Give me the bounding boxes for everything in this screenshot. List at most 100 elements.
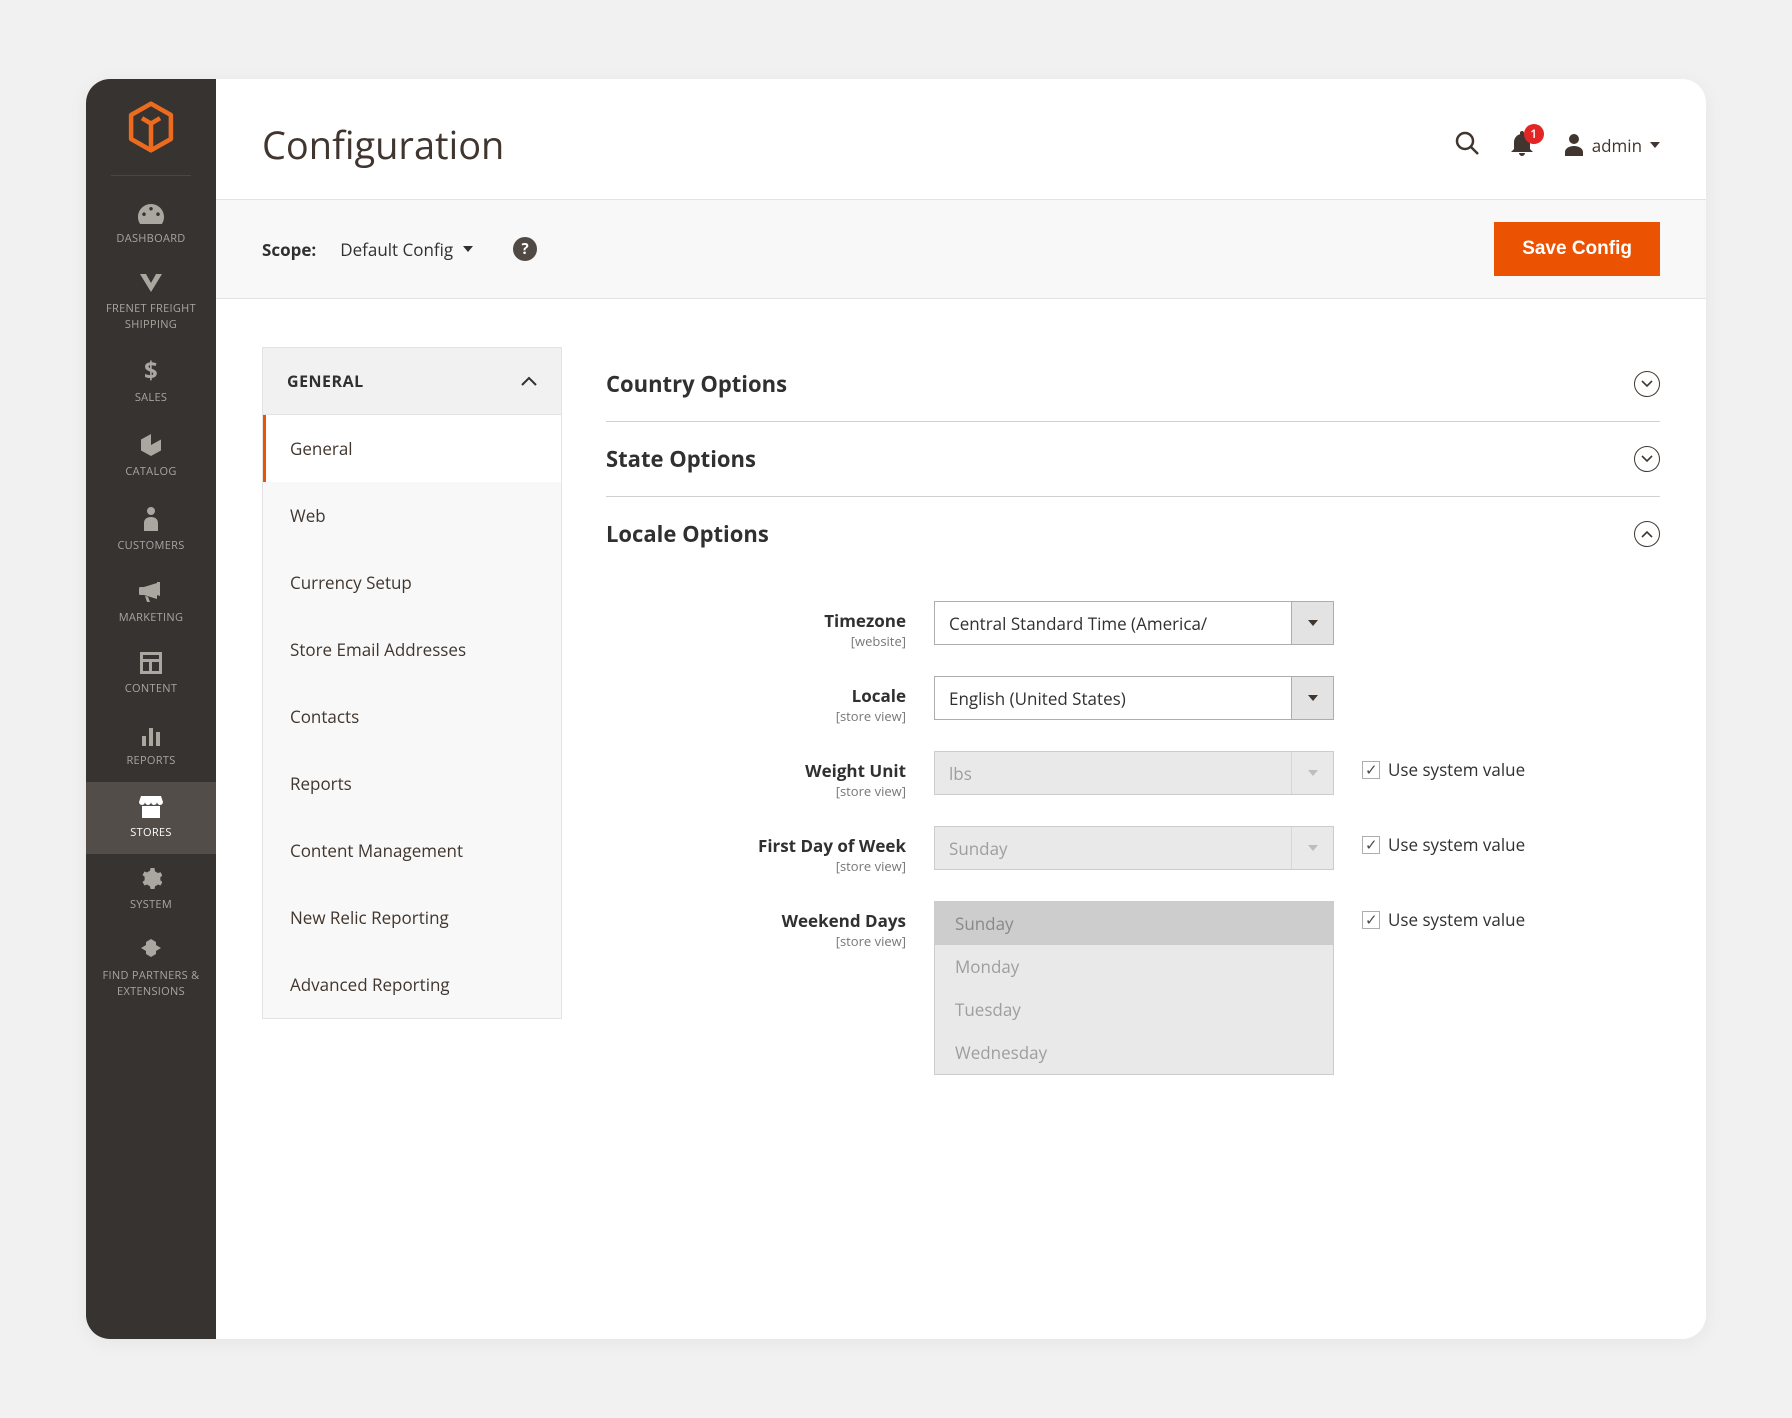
nav-item-dashboard[interactable]: DASHBOARD bbox=[86, 190, 216, 260]
weekend-days-multiselect[interactable]: Sunday Monday Tuesday Wednesday bbox=[934, 901, 1334, 1075]
tab-item-store-email[interactable]: Store Email Addresses bbox=[263, 616, 561, 683]
field-ctrl: Sunday bbox=[934, 826, 1334, 870]
field-ctrl: Central Standard Time (America/ bbox=[934, 601, 1334, 645]
multiselect-option[interactable]: Sunday bbox=[935, 902, 1333, 945]
section-title: Country Options bbox=[606, 369, 787, 399]
field-label: Locale bbox=[606, 684, 906, 707]
section-locale-options[interactable]: Locale Options bbox=[606, 497, 1660, 571]
svg-text:$: $ bbox=[144, 359, 158, 383]
tab-item-currency[interactable]: Currency Setup bbox=[263, 549, 561, 616]
field-label-col: Locale [store view] bbox=[606, 676, 906, 725]
nav-item-customers[interactable]: CUSTOMERS bbox=[86, 493, 216, 567]
field-scope: [store view] bbox=[606, 707, 906, 725]
nav-item-sales[interactable]: $ SALES bbox=[86, 345, 216, 419]
multiselect-option[interactable]: Tuesday bbox=[935, 988, 1333, 1031]
notification-bell-icon[interactable]: 1 bbox=[1510, 130, 1534, 161]
nav-label: MARKETING bbox=[119, 610, 184, 625]
field-extra: Use system value bbox=[1362, 826, 1532, 857]
admin-main: Configuration 1 admin Scope: bbox=[216, 79, 1706, 1339]
gauge-icon bbox=[138, 204, 164, 224]
first-day-select[interactable]: Sunday bbox=[934, 826, 1334, 870]
caret-down-icon bbox=[1291, 602, 1333, 644]
field-row-first-day: First Day of Week [store view] Sunday bbox=[606, 826, 1660, 875]
use-system-checkbox[interactable] bbox=[1362, 911, 1380, 929]
nav-item-content[interactable]: CONTENT bbox=[86, 638, 216, 710]
search-icon[interactable] bbox=[1454, 130, 1480, 161]
field-label-col: First Day of Week [store view] bbox=[606, 826, 906, 875]
notification-count-badge: 1 bbox=[1524, 124, 1544, 144]
nav-item-partners[interactable]: FIND PARTNERS & EXTENSIONS bbox=[86, 925, 216, 1013]
tab-item-general[interactable]: General bbox=[263, 415, 561, 482]
multiselect-option[interactable]: Wednesday bbox=[935, 1031, 1333, 1074]
chevron-down-circle-icon bbox=[1634, 446, 1660, 472]
locale-section-body: Timezone [website] Central Standard Time… bbox=[606, 571, 1660, 1075]
tab-item-web[interactable]: Web bbox=[263, 482, 561, 549]
section-title: Locale Options bbox=[606, 519, 769, 549]
nav-item-marketing[interactable]: MARKETING bbox=[86, 567, 216, 639]
nav-label: CATALOG bbox=[125, 464, 176, 479]
nav-item-system[interactable]: SYSTEM bbox=[86, 854, 216, 926]
field-ctrl: lbs bbox=[934, 751, 1334, 795]
box-icon bbox=[139, 433, 163, 457]
tab-item-adv-reporting[interactable]: Advanced Reporting bbox=[263, 951, 561, 1018]
chevron-down-circle-icon bbox=[1634, 371, 1660, 397]
tab-item-contacts[interactable]: Contacts bbox=[263, 683, 561, 750]
caret-down-icon bbox=[1291, 827, 1333, 869]
scope-value: Default Config bbox=[340, 238, 453, 261]
admin-sidebar: DASHBOARD FRENET FREIGHT SHIPPING $ SALE… bbox=[86, 79, 216, 1339]
config-body: GENERAL General Web Currency Setup Store… bbox=[216, 299, 1706, 1339]
magento-logo[interactable] bbox=[128, 101, 174, 153]
puzzle-icon bbox=[140, 939, 162, 961]
tab-item-reports[interactable]: Reports bbox=[263, 750, 561, 817]
timezone-select[interactable]: Central Standard Time (America/ bbox=[934, 601, 1334, 645]
caret-down-icon bbox=[1291, 677, 1333, 719]
use-system-checkbox[interactable] bbox=[1362, 761, 1380, 779]
help-icon[interactable]: ? bbox=[513, 237, 537, 261]
scope-bar: Scope: Default Config ? Save Config bbox=[216, 199, 1706, 299]
field-label: Weekend Days bbox=[606, 909, 906, 932]
save-config-button[interactable]: Save Config bbox=[1494, 222, 1660, 276]
megaphone-icon bbox=[139, 581, 163, 603]
select-value: English (United States) bbox=[935, 687, 1291, 710]
nav-label: REPORTS bbox=[126, 753, 175, 768]
tab-item-content-mgmt[interactable]: Content Management bbox=[263, 817, 561, 884]
field-label: Weight Unit bbox=[606, 759, 906, 782]
sidebar-divider bbox=[111, 175, 191, 176]
section-state-options[interactable]: State Options bbox=[606, 422, 1660, 497]
scope-label: Scope: bbox=[262, 238, 316, 261]
locale-select[interactable]: English (United States) bbox=[934, 676, 1334, 720]
field-scope: [website] bbox=[606, 632, 906, 650]
multiselect-option[interactable]: Monday bbox=[935, 945, 1333, 988]
field-row-weight: Weight Unit [store view] lbs bbox=[606, 751, 1660, 800]
caret-down-icon bbox=[1650, 142, 1660, 148]
field-extra bbox=[1362, 601, 1532, 609]
bars-icon bbox=[140, 724, 162, 746]
weight-unit-select[interactable]: lbs bbox=[934, 751, 1334, 795]
field-label: Timezone bbox=[606, 609, 906, 632]
admin-user-menu[interactable]: admin bbox=[1564, 134, 1660, 157]
nav-label: FRENET FREIGHT SHIPPING bbox=[106, 301, 196, 332]
nav-item-stores[interactable]: STORES bbox=[86, 782, 216, 854]
nav-label: DASHBOARD bbox=[116, 231, 185, 246]
nav-item-frenet[interactable]: FRENET FREIGHT SHIPPING bbox=[86, 260, 216, 346]
nav-item-reports[interactable]: REPORTS bbox=[86, 710, 216, 782]
config-tabs-panel: GENERAL General Web Currency Setup Store… bbox=[262, 347, 562, 1339]
tab-list: General Web Currency Setup Store Email A… bbox=[262, 415, 562, 1019]
tab-item-newrelic[interactable]: New Relic Reporting bbox=[263, 884, 561, 951]
nav-label: CUSTOMERS bbox=[117, 538, 184, 553]
tab-group-general[interactable]: GENERAL bbox=[262, 347, 562, 415]
header-actions: 1 admin bbox=[1454, 130, 1660, 161]
use-system-checkbox[interactable] bbox=[1362, 836, 1380, 854]
nav-label: STORES bbox=[130, 825, 171, 840]
section-country-options[interactable]: Country Options bbox=[606, 347, 1660, 422]
nav-label: SALES bbox=[135, 390, 167, 405]
field-label: First Day of Week bbox=[606, 834, 906, 857]
nav-item-catalog[interactable]: CATALOG bbox=[86, 419, 216, 493]
field-label-col: Weekend Days [store view] bbox=[606, 901, 906, 950]
scope-selector[interactable]: Default Config bbox=[340, 238, 473, 261]
config-sections: Country Options State Options Locale Opt… bbox=[606, 347, 1660, 1339]
tab-group-label: GENERAL bbox=[287, 370, 364, 392]
dollar-icon: $ bbox=[142, 359, 160, 383]
use-system-label: Use system value bbox=[1388, 759, 1525, 782]
use-system-label: Use system value bbox=[1388, 909, 1525, 932]
